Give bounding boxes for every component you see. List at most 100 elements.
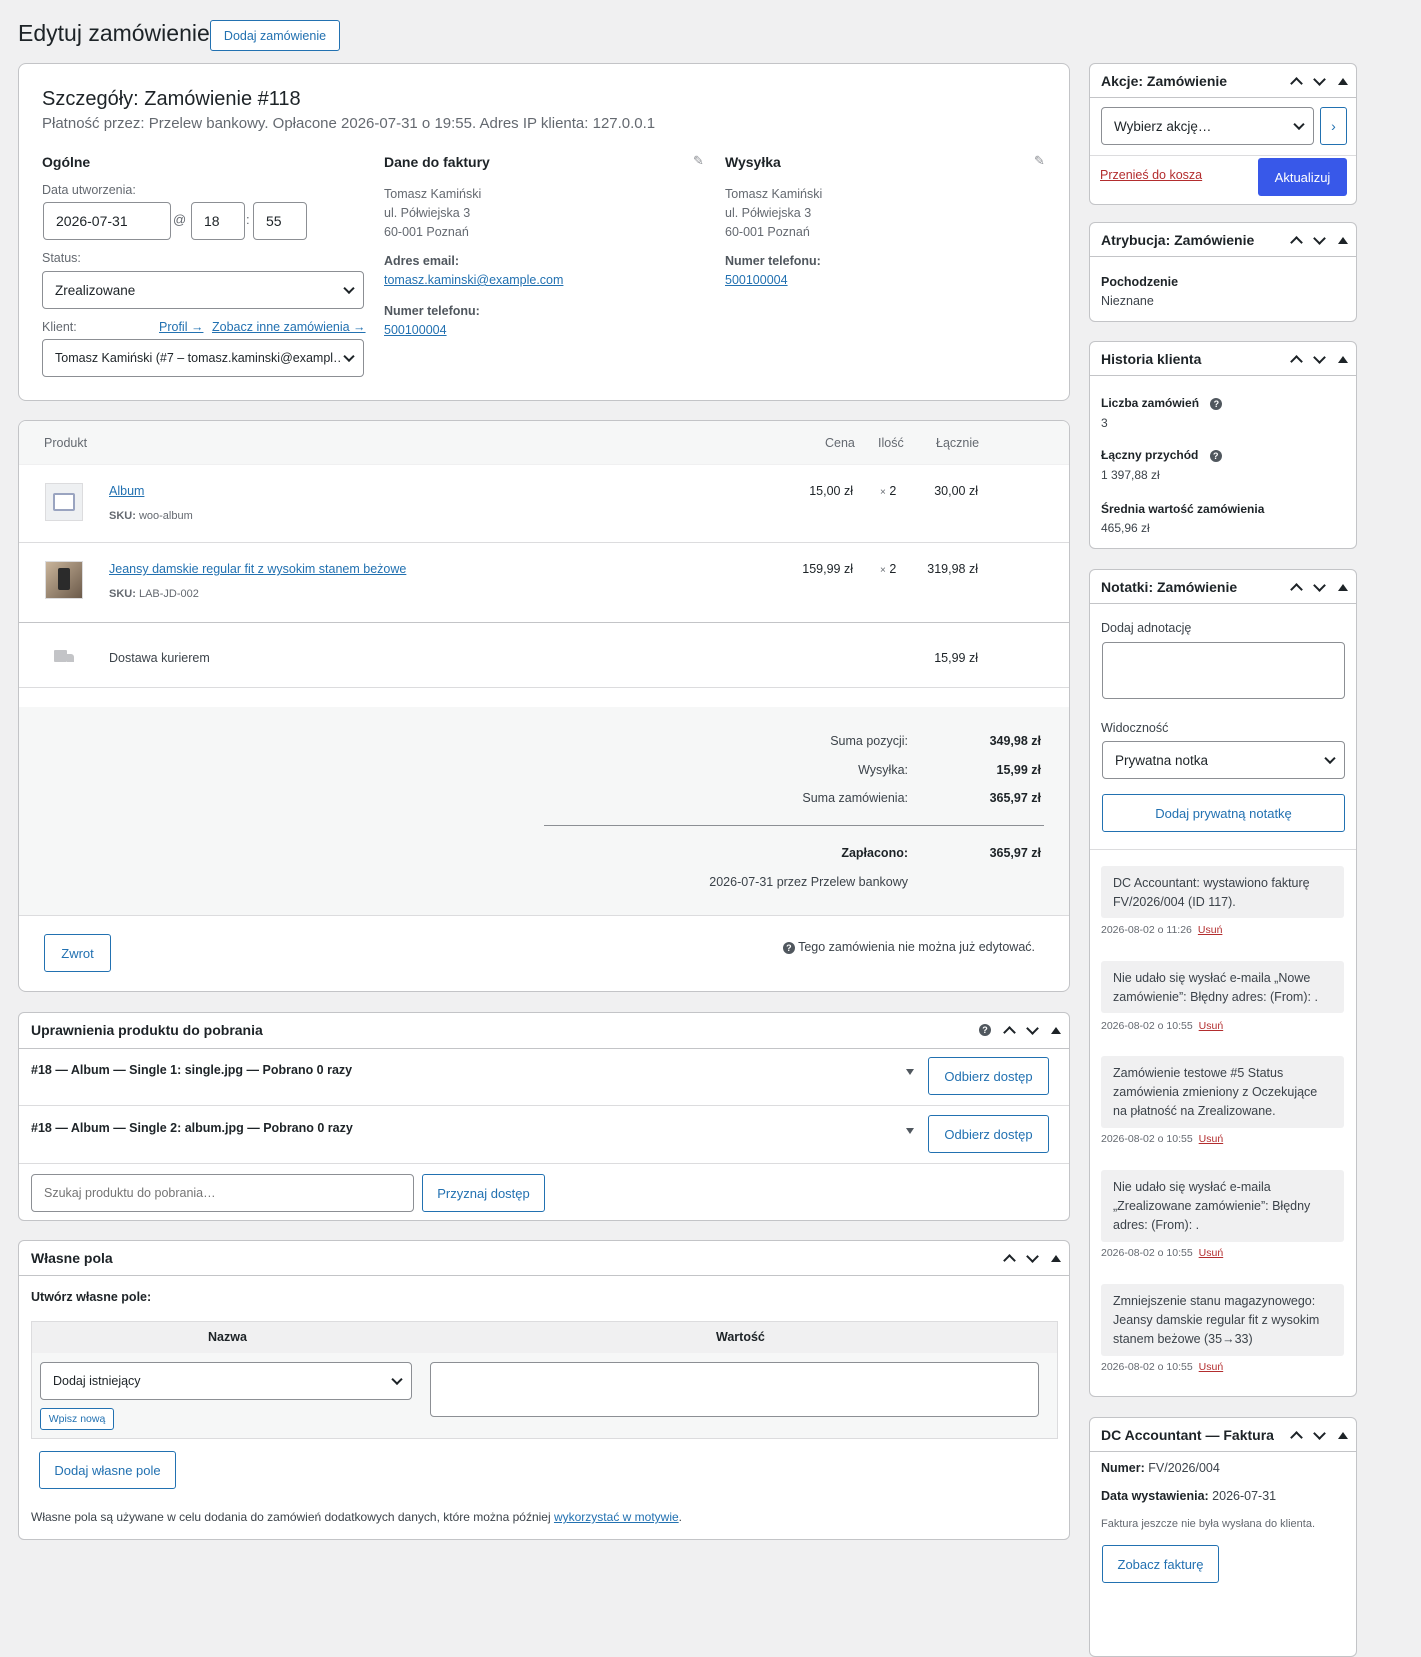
sku-value: woo-album [138, 510, 193, 522]
note-meta: 2026-08-02 o 10:55 Usuń [1101, 1133, 1223, 1145]
downloads-title: Uprawnienia produktu do pobrania [31, 1022, 263, 1038]
pencil-icon[interactable]: ✎ [1034, 153, 1045, 169]
create-field-label: Utwórz własne pole: [31, 1290, 152, 1304]
move-down-icon[interactable] [1313, 72, 1326, 86]
qty-value: 2 [889, 562, 897, 576]
delete-note-link[interactable]: Usuń [1199, 1247, 1224, 1259]
col-product: Produkt [44, 436, 88, 450]
order-action-value: Wybierz akcję… [1114, 118, 1212, 134]
custom-fields-title: Własne pola [31, 1250, 113, 1266]
move-down-icon[interactable] [1313, 1426, 1326, 1440]
date-input[interactable]: 2026-07-31 [43, 202, 171, 240]
billing-phone-link[interactable]: 500100004 [384, 323, 447, 337]
move-down-icon[interactable] [1313, 578, 1326, 592]
status-select[interactable]: Zrealizowane [42, 271, 364, 309]
move-up-icon[interactable] [1290, 77, 1303, 90]
move-up-icon[interactable] [1003, 1026, 1016, 1039]
table-header [32, 1322, 1057, 1353]
refund-button[interactable]: Zwrot [44, 934, 111, 972]
revoke-access-button[interactable]: Odbierz dostęp [928, 1057, 1049, 1095]
toggle-panel-icon[interactable] [1338, 77, 1348, 85]
theme-usage-link[interactable]: wykorzystać w motywie [554, 1510, 679, 1524]
profile-link[interactable]: Profil → [159, 320, 203, 334]
view-invoice-button[interactable]: Zobacz fakturę [1102, 1545, 1219, 1583]
note-meta: 2026-08-02 o 10:55 Usuń [1101, 1361, 1223, 1373]
caret-down-icon[interactable] [906, 1128, 914, 1134]
toggle-panel-icon[interactable] [1338, 355, 1348, 363]
order-action-select[interactable]: Wybierz akcję… [1101, 107, 1314, 145]
item-price: 15,00 zł [809, 484, 853, 498]
orders-count-value: 3 [1101, 416, 1108, 430]
order-note: Nie udało się wysłać e-maila „Nowe zamów… [1101, 961, 1344, 1013]
product-thumbnail [45, 561, 83, 599]
delete-note-link[interactable]: Usuń [1198, 924, 1223, 936]
shipping-city: 60-001 Poznań [725, 225, 810, 239]
help-icon[interactable]: ? [1210, 397, 1223, 410]
visibility-select[interactable]: Prywatna notka [1102, 741, 1345, 779]
note-meta: 2026-08-02 o 10:55 Usuń [1101, 1247, 1223, 1259]
download-permission-row[interactable]: #18 — Album — Single 1: single.jpg — Pob… [31, 1063, 352, 1077]
item-name-link[interactable]: Album [109, 484, 144, 498]
billing-email-link[interactable]: tomasz.kaminski@example.com [384, 273, 563, 287]
customer-select[interactable]: Tomasz Kamiński (#7 – tomasz.kaminski@ex… [42, 339, 364, 377]
existing-field-select[interactable]: Dodaj istniejący [40, 1362, 412, 1400]
note-date: 2026-08-02 o 10:55 [1101, 1247, 1193, 1259]
toggle-panel-icon[interactable] [1338, 1431, 1348, 1439]
enter-new-button[interactable]: Wpisz nową [40, 1408, 114, 1430]
order-note: DC Accountant: wystawiono fakturę FV/202… [1101, 866, 1344, 918]
add-note-button[interactable]: Dodaj prywatną notatkę [1102, 794, 1345, 832]
toggle-panel-icon[interactable] [1338, 236, 1348, 244]
delete-note-link[interactable]: Usuń [1199, 1020, 1224, 1032]
col-name: Nazwa [208, 1330, 247, 1344]
grant-access-button[interactable]: Przyznaj dostęp [422, 1174, 545, 1212]
apply-action-button[interactable]: › [1320, 107, 1347, 145]
delete-note-link[interactable]: Usuń [1199, 1361, 1224, 1373]
help-icon[interactable]: ? [979, 1024, 991, 1036]
help-icon: ? [782, 941, 795, 954]
divider [1090, 849, 1356, 850]
invoice-status: Faktura jeszcze nie była wysłana do klie… [1101, 1518, 1315, 1530]
move-down-icon[interactable] [1026, 1021, 1039, 1035]
order-subheading: Płatność przez: Przelew bankowy. Opłacon… [42, 115, 656, 132]
invoice-title: DC Accountant — Faktura [1101, 1427, 1274, 1443]
general-title: Ogólne [42, 154, 91, 170]
move-up-icon[interactable] [1003, 1254, 1016, 1267]
note-date: 2026-08-02 o 10:55 [1101, 1133, 1193, 1145]
update-button[interactable]: Aktualizuj [1258, 158, 1347, 196]
move-up-icon[interactable] [1290, 236, 1303, 249]
minute-input[interactable]: 55 [253, 202, 307, 240]
shipping-total-value: 15,99 zł [996, 763, 1041, 777]
toggle-panel-icon[interactable] [1051, 1026, 1061, 1034]
download-search-input[interactable] [31, 1174, 414, 1212]
pencil-icon[interactable]: ✎ [693, 153, 704, 169]
toggle-panel-icon[interactable] [1338, 583, 1348, 591]
note-textarea[interactable] [1102, 642, 1345, 699]
item-name-link[interactable]: Jeansy damskie regular fit z wysokim sta… [109, 562, 406, 576]
caret-down-icon[interactable] [906, 1069, 914, 1075]
field-value-textarea[interactable] [430, 1362, 1039, 1417]
download-permission-row[interactable]: #18 — Album — Single 2: album.jpg — Pobr… [31, 1121, 353, 1135]
product-thumbnail [45, 483, 83, 521]
revoke-access-button[interactable]: Odbierz dostęp [928, 1115, 1049, 1153]
delete-note-link[interactable]: Usuń [1199, 1133, 1224, 1145]
add-order-button[interactable]: Dodaj zamówienie [210, 20, 340, 51]
move-down-icon[interactable] [1313, 231, 1326, 245]
sku-label: SKU: [109, 510, 136, 522]
help-icon[interactable]: ? [1209, 449, 1222, 462]
add-custom-field-button[interactable]: Dodaj własne pole [39, 1451, 176, 1489]
divider [19, 915, 1069, 916]
move-up-icon[interactable] [1290, 583, 1303, 596]
move-to-trash-link[interactable]: Przenieś do kosza [1100, 168, 1202, 182]
col-price: Cena [825, 436, 855, 450]
move-up-icon[interactable] [1290, 355, 1303, 368]
sku-value: LAB-JD-002 [138, 588, 199, 600]
order-heading: Szczegóły: Zamówienie #118 [42, 88, 301, 110]
move-up-icon[interactable] [1290, 1431, 1303, 1444]
shipping-phone-link[interactable]: 500100004 [725, 273, 788, 287]
move-down-icon[interactable] [1026, 1249, 1039, 1263]
subtotal-value: 349,98 zł [989, 734, 1041, 748]
toggle-panel-icon[interactable] [1051, 1254, 1061, 1262]
move-down-icon[interactable] [1313, 350, 1326, 364]
other-orders-link[interactable]: Zobacz inne zamówienia → [212, 320, 366, 334]
hour-input[interactable]: 18 [191, 202, 245, 240]
